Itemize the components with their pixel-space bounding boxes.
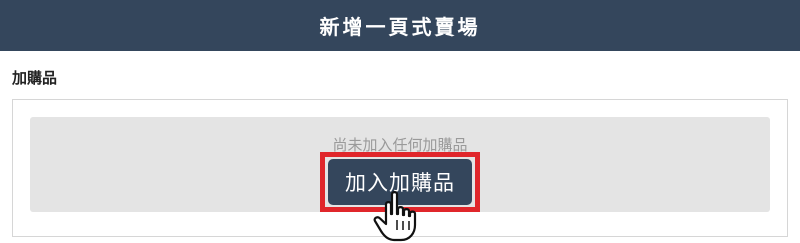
page-title: 新增一頁式賣場 (319, 15, 481, 39)
addon-section-label: 加購品 (12, 69, 58, 87)
page: 新增一頁式賣場 加購品 尚未加入任何加購品 加入加購品 (0, 0, 800, 243)
page-header: 新增一頁式賣場 (0, 0, 800, 51)
hand-pointer-icon (373, 191, 417, 242)
